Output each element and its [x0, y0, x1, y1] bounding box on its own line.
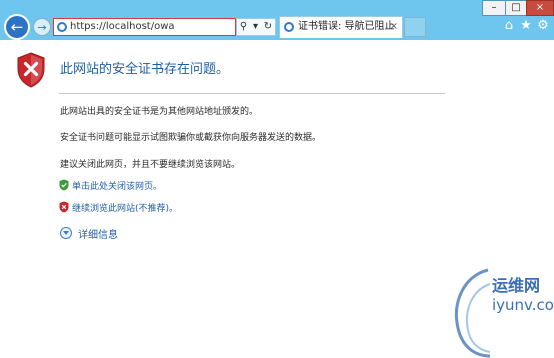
more-info-expand-icon[interactable]: [60, 227, 72, 239]
back-arrow-icon: ←: [10, 18, 24, 36]
browser-chrome: – □ × ← → https://localhost/owa ⚲ ▾ ↻ 证书…: [0, 0, 554, 40]
description-1: 此网站出具的安全证书是为其他网站地址颁发的。: [60, 107, 259, 117]
tab-certificate-error[interactable]: 证书错误: 导航已阻止 ×: [279, 16, 403, 38]
error-shield-icon: [17, 52, 45, 88]
back-button[interactable]: ←: [4, 14, 30, 40]
red-shield-icon: [59, 201, 69, 213]
maximize-button[interactable]: □: [505, 0, 527, 16]
search-icon[interactable]: ⚲: [240, 19, 247, 35]
home-icon[interactable]: ⌂: [502, 19, 516, 33]
green-shield-icon: [59, 179, 69, 191]
refresh-icon[interactable]: ↻: [264, 19, 272, 35]
tab-close-icon[interactable]: ×: [390, 17, 398, 37]
ie-logo-icon: [57, 22, 67, 32]
forward-button[interactable]: →: [33, 18, 51, 36]
new-tab-button[interactable]: [404, 17, 426, 37]
forward-arrow-icon: →: [37, 20, 47, 34]
favorites-icon[interactable]: ★: [519, 19, 533, 33]
divider: [59, 93, 445, 94]
watermark-domain: iyunv.com: [492, 296, 554, 314]
address-text: https://localhost/owa: [70, 21, 175, 32]
tab-title: 证书错误: 导航已阻止: [298, 21, 395, 32]
dropdown-icon[interactable]: ▾: [253, 19, 258, 35]
close-window-button[interactable]: ×: [526, 0, 554, 16]
ie-logo-icon: [284, 22, 294, 32]
more-info-link[interactable]: 详细信息: [78, 226, 118, 241]
close-page-link[interactable]: 单击此处关闭该网页。: [72, 179, 162, 192]
address-tools: ⚲ ▾ ↻: [236, 18, 276, 36]
watermark: 运维网 iyunv.com: [450, 262, 554, 358]
page-title: 此网站的安全证书存在问题。: [60, 62, 230, 77]
watermark-logo-icon: [455, 268, 491, 358]
settings-icon[interactable]: ⚙: [536, 19, 550, 33]
continue-link[interactable]: 继续浏览此网站(不推荐)。: [72, 201, 178, 214]
watermark-brand: 运维网: [492, 276, 541, 295]
description-2: 安全证书问题可能显示试图欺骗你或截获你向服务器发送的数据。: [60, 133, 322, 143]
minimize-button[interactable]: –: [482, 0, 506, 16]
address-bar[interactable]: https://localhost/owa: [53, 18, 236, 36]
recommendation-text: 建议关闭此网页，并且不要继续浏览该网站。: [60, 160, 241, 170]
